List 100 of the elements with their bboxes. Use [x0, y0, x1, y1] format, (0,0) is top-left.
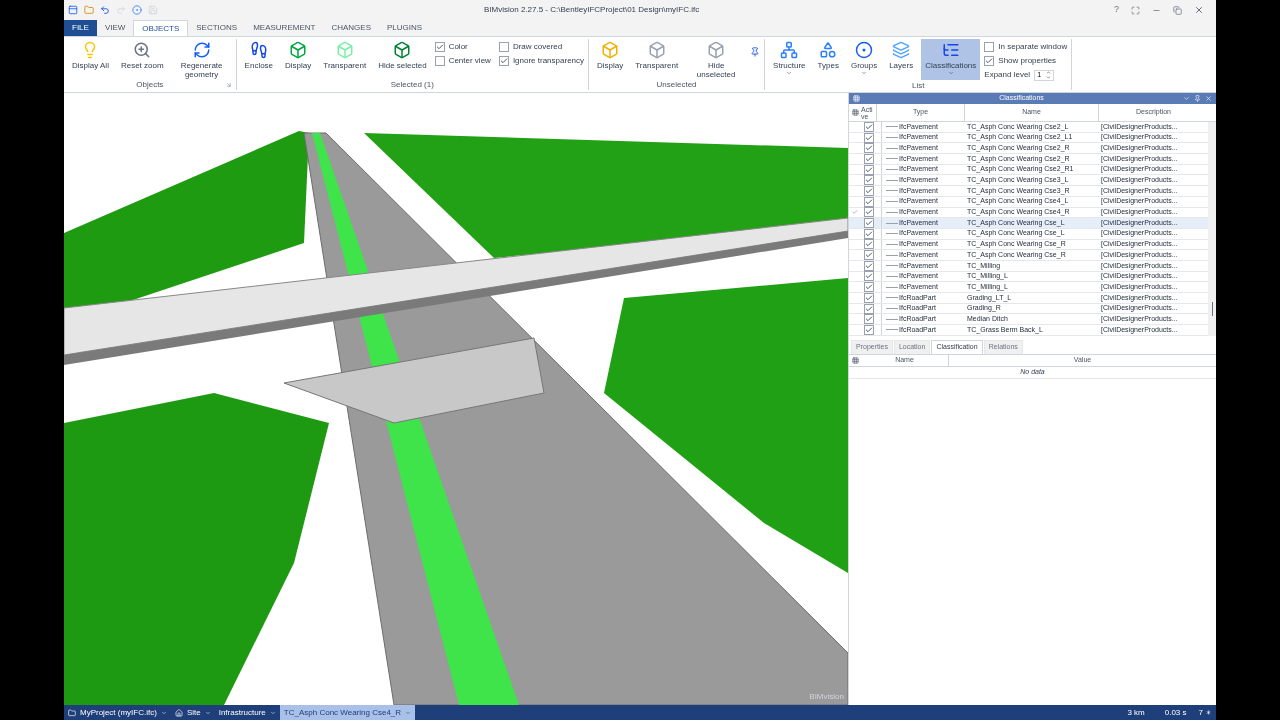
cube-icon — [335, 41, 354, 59]
ribbon-tab[interactable]: VIEW — [96, 20, 134, 36]
target-icon[interactable] — [132, 5, 142, 15]
types-icon — [819, 41, 838, 59]
group-label: Selected (1) — [390, 79, 434, 91]
scrollbar[interactable] — [1208, 122, 1216, 336]
ribbon-button[interactable]: Types — [813, 39, 843, 80]
caret-icon — [947, 70, 954, 76]
cube-icon — [601, 41, 620, 59]
ribbon-button[interactable]: Hide selected — [374, 39, 431, 80]
close-icon[interactable] — [1205, 95, 1212, 102]
active-checkbox[interactable] — [864, 271, 874, 282]
close-icon[interactable] — [1194, 5, 1204, 15]
footprints-icon — [249, 41, 268, 59]
logo-text: BIMvision — [809, 691, 844, 703]
ribbon-tab[interactable]: PLUGINS — [378, 20, 431, 36]
checkbox[interactable] — [984, 42, 995, 52]
restore-icon[interactable] — [1173, 5, 1182, 15]
ribbon-button[interactable]: Display — [281, 39, 316, 80]
scale-text: 3 km — [1127, 706, 1145, 719]
active-checkbox[interactable] — [864, 239, 874, 250]
ribbon-tab[interactable]: CHANGES — [323, 20, 379, 36]
checkbox[interactable] — [498, 56, 509, 66]
active-checkbox[interactable] — [864, 175, 874, 186]
checkbox-label: Show properties — [998, 55, 1057, 67]
active-checkbox[interactable] — [864, 228, 874, 239]
ribbon-button[interactable]: Enclose — [240, 39, 278, 80]
launcher-icon[interactable] — [225, 82, 232, 88]
panel-menu-icon[interactable] — [853, 95, 860, 102]
active-checkbox[interactable] — [864, 303, 874, 314]
time-text: 0.03 s — [1164, 706, 1187, 719]
active-checkbox[interactable] — [864, 132, 874, 143]
active-checkbox[interactable] — [864, 292, 874, 303]
column-chooser-icon[interactable] — [851, 109, 859, 116]
project-icon — [68, 708, 76, 717]
window-title: BIMvision 2.27.5 - C:\BentleyIFCProject\01 Design\myIFC.ifc — [484, 4, 700, 16]
caret-icon — [160, 709, 167, 716]
ribbon-button[interactable]: Reset zoom — [116, 39, 168, 80]
ribbon-button[interactable]: Layers — [885, 39, 918, 80]
ribbon-button[interactable]: Structure — [769, 39, 810, 80]
breadcrumb[interactable]: MyProject (myIFC.ifc) — [64, 705, 171, 720]
column-chooser-icon[interactable] — [851, 356, 859, 364]
caret-icon — [204, 709, 211, 716]
checkbox-label: Ignore transparency — [512, 55, 585, 67]
ribbon-tab[interactable]: MEASUREMENT — [245, 20, 324, 36]
zoom-icon — [133, 41, 152, 59]
breadcrumb[interactable]: Infrastructure — [214, 705, 280, 720]
structure-icon — [780, 41, 799, 59]
active-checkbox[interactable] — [864, 196, 874, 207]
ribbon-button[interactable]: Groups — [846, 39, 882, 80]
ribbon-tab[interactable]: SECTIONS — [188, 20, 246, 36]
active-checkbox[interactable] — [864, 324, 874, 335]
breadcrumb[interactable]: Site — [170, 705, 215, 720]
active-checkbox[interactable] — [864, 260, 874, 271]
ribbon-button[interactable]: Hide unselected — [686, 39, 747, 80]
down-icon[interactable] — [1046, 75, 1052, 80]
ribbon-tab[interactable]: OBJECTS — [133, 20, 189, 36]
checkbox-label: Color — [448, 41, 468, 53]
active-checkbox[interactable] — [864, 143, 874, 154]
cube-icon — [647, 41, 666, 59]
ribbon-button[interactable]: Transparent — [631, 39, 683, 80]
breadcrumb[interactable]: TC_Asph Conc Wearing Cse4_R — [279, 705, 416, 720]
cube-icon — [393, 41, 412, 59]
asterisk-icon — [1205, 709, 1212, 716]
pin-icon[interactable] — [1194, 95, 1201, 102]
active-checkbox[interactable] — [864, 121, 874, 132]
fullscreen-icon[interactable] — [1131, 5, 1140, 15]
checkbox[interactable] — [984, 56, 995, 66]
active-checkbox[interactable] — [864, 282, 874, 293]
checkbox-label: Center view — [448, 55, 491, 67]
ribbon-button[interactable]: Transparent — [319, 39, 371, 80]
undo-icon[interactable] — [100, 5, 110, 15]
active-checkbox[interactable] — [864, 250, 874, 261]
active-checkbox[interactable] — [864, 153, 874, 164]
ribbon-button[interactable]: Display — [593, 39, 628, 80]
folder-icon[interactable] — [84, 5, 94, 15]
cube-icon — [289, 41, 308, 59]
ribbon-button[interactable]: Display All — [68, 39, 113, 80]
checkbox[interactable] — [434, 42, 445, 52]
dropdown-icon[interactable] — [1183, 95, 1190, 102]
groups-icon — [855, 41, 874, 59]
active-checkbox[interactable] — [864, 314, 874, 325]
active-checkbox[interactable] — [864, 164, 874, 175]
checkbox-label: Draw covered — [512, 41, 563, 53]
group-label: List — [911, 80, 925, 92]
up-icon[interactable] — [1046, 70, 1052, 75]
ribbon-button[interactable]: Regenerate geometry — [171, 39, 232, 80]
help-button[interactable]: ? — [1114, 3, 1119, 17]
ribbon-tab[interactable]: FILE — [64, 20, 97, 36]
ribbon-button[interactable]: Classifications — [921, 39, 981, 80]
checkbox[interactable] — [434, 56, 445, 66]
active-checkbox[interactable] — [864, 207, 874, 218]
site-icon — [174, 708, 183, 717]
pin-icon[interactable] — [750, 47, 761, 57]
checkbox[interactable] — [498, 42, 509, 52]
group-label: Unselected — [656, 79, 697, 91]
active-checkbox[interactable] — [864, 218, 874, 229]
checkbox-label: In separate window — [998, 41, 1068, 53]
spinner-label: Expand level — [984, 69, 1031, 81]
active-checkbox[interactable] — [864, 185, 874, 196]
